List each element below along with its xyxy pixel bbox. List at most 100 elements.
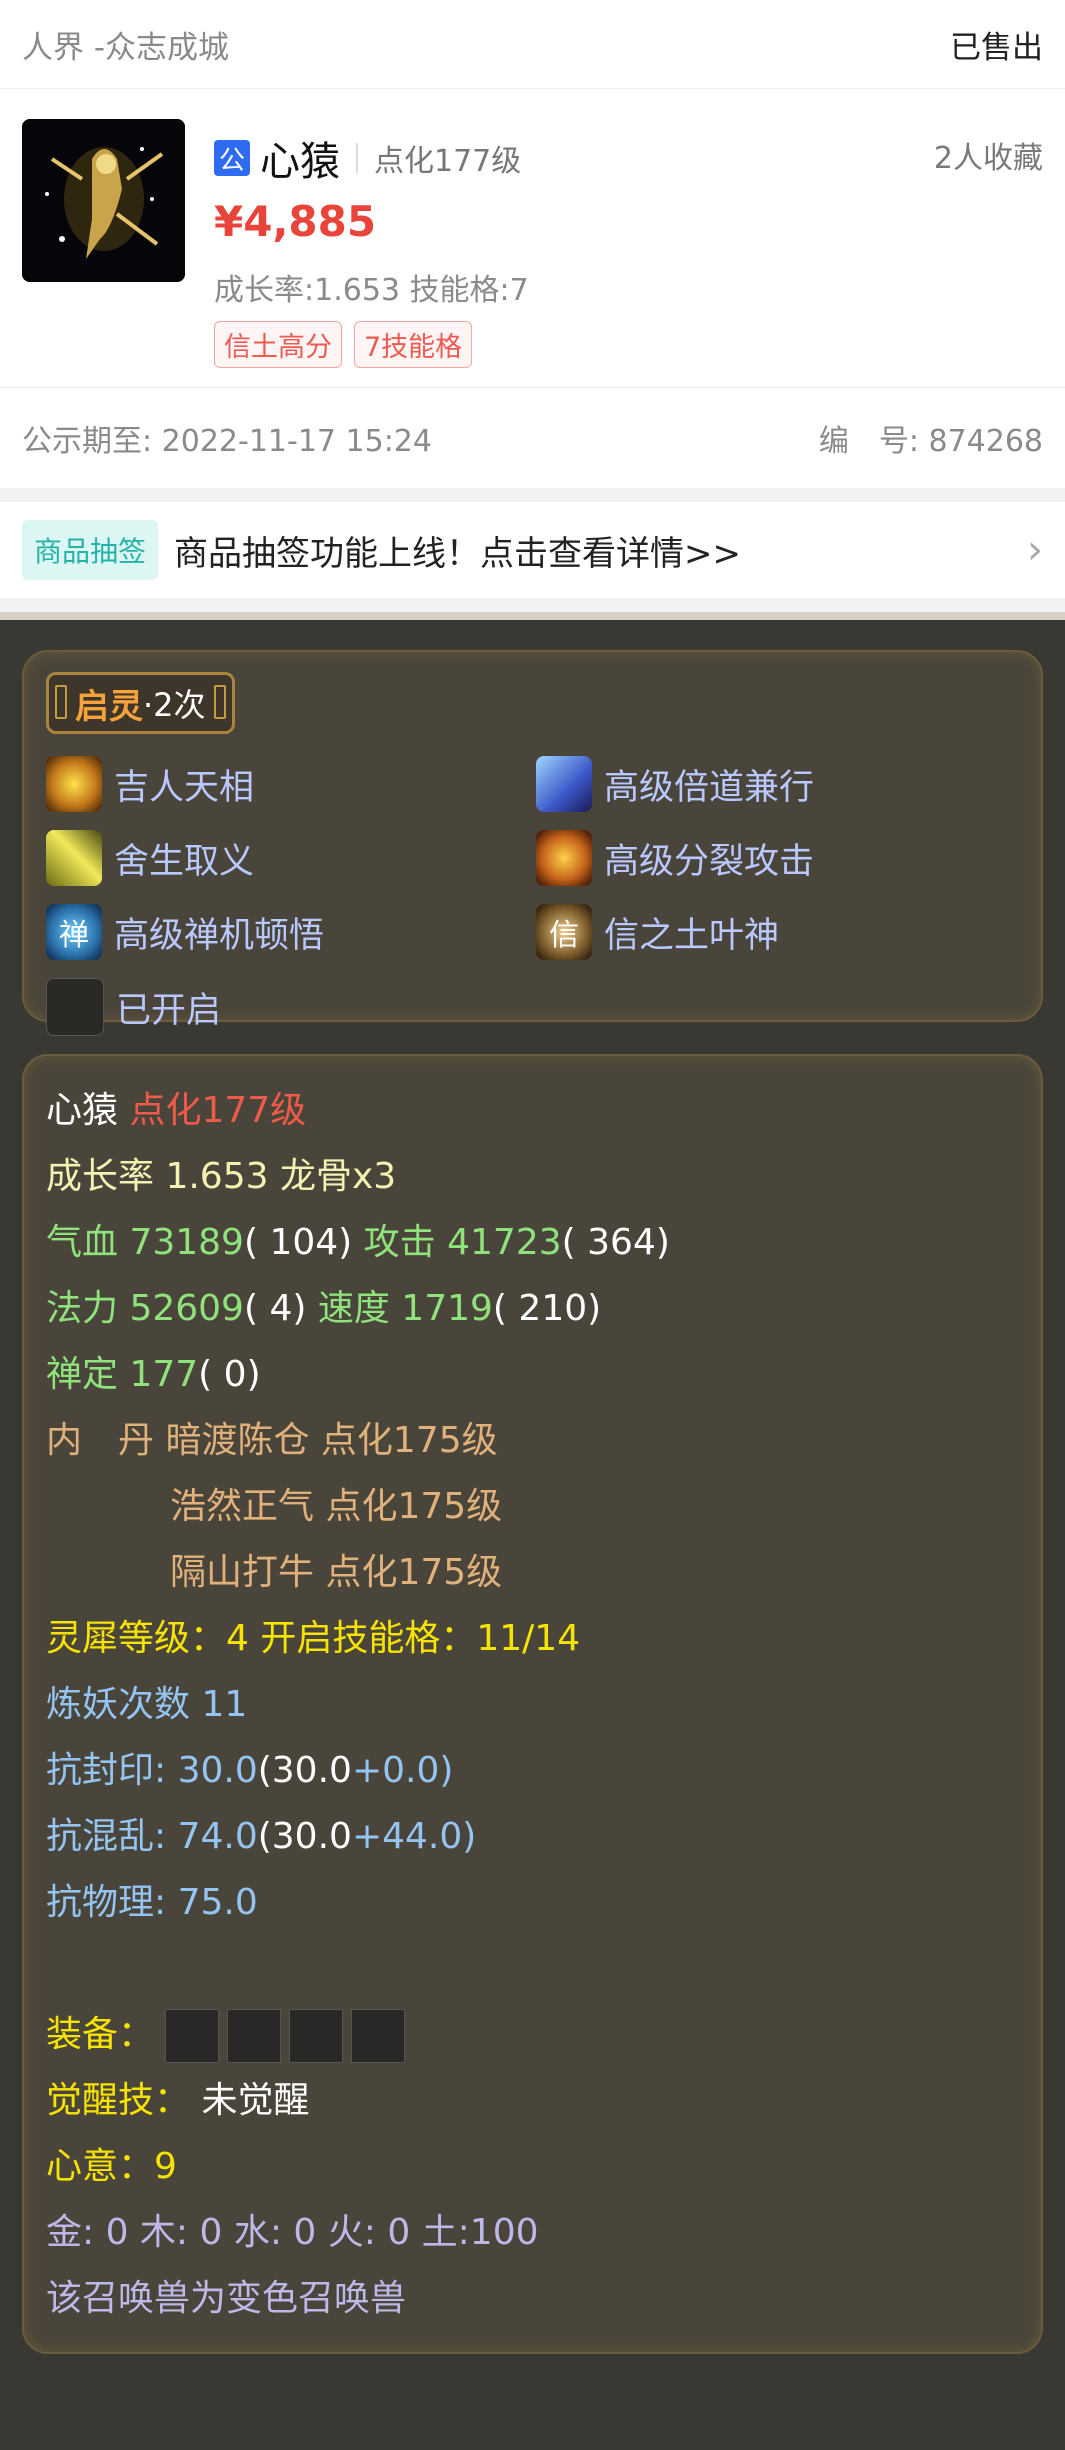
resist-seal-plus: +0.0) bbox=[351, 1750, 454, 1791]
resist-chaos-row: 抗混乱: 74.0(30.0+44.0) bbox=[46, 1804, 1019, 1870]
skill-name: 高级倍道兼行 bbox=[604, 767, 815, 808]
tag-list: 信土高分 7技能格 bbox=[214, 321, 473, 368]
awaken-label: 觉醒技： bbox=[46, 2080, 191, 2121]
skill-item[interactable]: 已开启 bbox=[46, 978, 536, 1036]
chan-glyph-icon: 禅 bbox=[46, 904, 102, 960]
stat-atk: 攻击 41723 bbox=[363, 1222, 562, 1263]
skill-name: 舍生取义 bbox=[114, 841, 255, 882]
banner-tag: 商品抽签 bbox=[22, 520, 159, 580]
equipment-label: 装备： bbox=[46, 2014, 155, 2055]
resist-physical-row: 抗物理: 75.0 bbox=[46, 1882, 258, 1923]
stat-name-row: 心猿 点化177级 bbox=[46, 1078, 1019, 1144]
qiling-count: ·2次 bbox=[143, 686, 206, 724]
pet-name: 心猿 bbox=[260, 139, 340, 185]
sold-status: 已售出 bbox=[950, 29, 1043, 66]
skill-name: 高级禅机顿悟 bbox=[114, 915, 325, 956]
neidan-label: 内 丹 bbox=[46, 1420, 155, 1461]
color-note: 该召唤兽为变色召唤兽 bbox=[46, 2278, 407, 2319]
stat-chan-extra: ( 0) bbox=[198, 1354, 261, 1395]
qiling-title: 启灵 bbox=[75, 686, 143, 727]
equipment-row: 装备： bbox=[46, 2002, 1019, 2068]
growth-summary: 成长率:1.653 技能格:7 bbox=[214, 273, 529, 308]
skill-name: 信之土叶神 bbox=[604, 915, 780, 956]
pet-avatar-image bbox=[22, 119, 185, 282]
price: ¥4,885 bbox=[214, 197, 377, 246]
stat-chan: 禅定 177( 0) bbox=[46, 1342, 1019, 1408]
lianyao-row: 炼妖次数 11 bbox=[46, 1684, 248, 1725]
stat-hp-extra: ( 104) bbox=[243, 1222, 353, 1263]
skill-name: 吉人天相 bbox=[114, 767, 255, 808]
chevron-right-icon[interactable]: › bbox=[1027, 527, 1043, 573]
stat-spd: 速度 1719 bbox=[317, 1288, 493, 1329]
stat-growth: 成长率 1.653 龙骨x3 bbox=[46, 1156, 397, 1197]
stat-spd-extra: ( 210) bbox=[492, 1288, 602, 1329]
elements-row: 金: 0 木: 0 水: 0 火: 0 土:100 bbox=[46, 2212, 539, 2253]
neidan-row: 内 丹 暗渡陈仓 点化175级 bbox=[46, 1408, 1019, 1474]
tag: 信土高分 bbox=[214, 321, 342, 368]
lingxi-row: 灵犀等级：4 开启技能格：11/14 bbox=[46, 1618, 581, 1659]
public-badge: 公 bbox=[214, 140, 250, 176]
server-name: 人界 -众志成城 bbox=[22, 29, 230, 66]
detail-section: 启灵 ·2次 吉人天相 高级倍道兼行 舍生取义 高级分裂攻击 禅 高级禅机顿悟 … bbox=[0, 612, 1065, 2450]
skill-item[interactable]: 禅 高级禅机顿悟 bbox=[46, 904, 536, 960]
resist-chaos-plus: +44.0) bbox=[351, 1816, 477, 1857]
public-until: 公示期至: 2022-11-17 15:24 bbox=[22, 424, 432, 459]
qiling-panel: 启灵 ·2次 吉人天相 高级倍道兼行 舍生取义 高级分裂攻击 禅 高级禅机顿悟 … bbox=[22, 650, 1043, 1036]
skill-item[interactable]: 舍生取义 bbox=[46, 830, 536, 886]
name-row: 公 心猿 点化177级 bbox=[214, 129, 521, 187]
divider bbox=[356, 143, 358, 173]
equipment-slot-icon[interactable] bbox=[165, 2009, 220, 2063]
lottery-banner[interactable]: 商品抽签 商品抽签功能上线！点击查看详情>> › bbox=[0, 502, 1065, 598]
tag: 7技能格 bbox=[354, 321, 473, 368]
equipment-slot-icon[interactable] bbox=[289, 2009, 344, 2063]
qiling-badge: 启灵 ·2次 bbox=[46, 672, 235, 734]
stat-pet-name: 心猿 bbox=[46, 1090, 119, 1131]
resist-seal-base: (30.0 bbox=[257, 1750, 352, 1791]
equipment-slot-icon[interactable] bbox=[351, 2009, 406, 2063]
sun-burst-icon bbox=[46, 756, 102, 812]
xin-glyph-icon: 信 bbox=[536, 904, 592, 960]
stat-mp-spd: 法力 52609( 4) 速度 1719( 210) bbox=[46, 1276, 1019, 1342]
ornament-icon bbox=[213, 685, 226, 719]
wing-icon bbox=[536, 756, 592, 812]
resist-chaos: 抗混乱: 74.0 bbox=[46, 1816, 258, 1857]
stat-atk-extra: ( 364) bbox=[561, 1222, 670, 1263]
banner-text[interactable]: 商品抽签功能上线！点击查看详情>> bbox=[174, 526, 1027, 575]
stat-chan-value: 禅定 177 bbox=[46, 1354, 199, 1395]
top-section: 人界 -众志成城 已售出 公 心猿 点化177级 2人收藏 ¥4,885 成长率… bbox=[0, 0, 1065, 488]
serial-number: 编 号: 874268 bbox=[818, 424, 1043, 459]
stats-panel: 心猿 点化177级 成长率 1.653 龙骨x3 气血 73189( 104) … bbox=[22, 1054, 1043, 2354]
stat-pet-level: 点化177级 bbox=[129, 1090, 307, 1131]
skill-item[interactable]: 高级倍道兼行 bbox=[536, 756, 1026, 812]
comet-icon bbox=[46, 830, 102, 886]
resist-chaos-base: (30.0 bbox=[257, 1816, 352, 1857]
skill-item[interactable]: 高级分裂攻击 bbox=[536, 830, 1026, 886]
pet-level: 点化177级 bbox=[374, 144, 522, 179]
stat-hp: 气血 73189 bbox=[46, 1222, 244, 1263]
ornament-icon bbox=[55, 685, 67, 719]
neidan-item: 暗渡陈仓 点化175级 bbox=[165, 1420, 498, 1461]
stat-mp: 法力 52609 bbox=[46, 1288, 244, 1329]
header-bar: 人界 -众志成城 已售出 bbox=[0, 0, 1065, 89]
skill-item[interactable]: 吉人天相 bbox=[46, 756, 536, 812]
skill-item[interactable]: 信 信之土叶神 bbox=[536, 904, 1026, 960]
locked-slot-icon bbox=[46, 978, 104, 1036]
xinyi-row: 心意：9 bbox=[46, 2146, 177, 2187]
stat-hp-atk: 气血 73189( 104) 攻击 41723( 364) bbox=[46, 1210, 1019, 1276]
fire-claw-icon bbox=[536, 830, 592, 886]
resist-seal: 抗封印: 30.0 bbox=[46, 1750, 258, 1791]
favorite-count[interactable]: 2人收藏 bbox=[934, 133, 1043, 177]
stat-mp-extra: ( 4) bbox=[243, 1288, 307, 1329]
item-card[interactable]: 公 心猿 点化177级 2人收藏 ¥4,885 成长率:1.653 技能格:7 … bbox=[0, 89, 1065, 388]
awaken-value: 未觉醒 bbox=[201, 2080, 310, 2121]
neidan-item: 隔山打牛 点化175级 bbox=[170, 1552, 503, 1593]
meta-row: 公示期至: 2022-11-17 15:24 编 号: 874268 bbox=[0, 388, 1065, 488]
equipment-slot-icon[interactable] bbox=[227, 2009, 282, 2063]
neidan-item: 浩然正气 点化175级 bbox=[170, 1486, 503, 1527]
skill-name: 已开启 bbox=[116, 990, 222, 1031]
skill-grid: 吉人天相 高级倍道兼行 舍生取义 高级分裂攻击 禅 高级禅机顿悟 信 信之土叶神 bbox=[46, 756, 1019, 1036]
pet-avatar[interactable] bbox=[22, 119, 185, 282]
resist-seal-row: 抗封印: 30.0(30.0+0.0) bbox=[46, 1738, 1019, 1804]
awaken-row: 觉醒技： 未觉醒 bbox=[46, 2068, 1019, 2134]
